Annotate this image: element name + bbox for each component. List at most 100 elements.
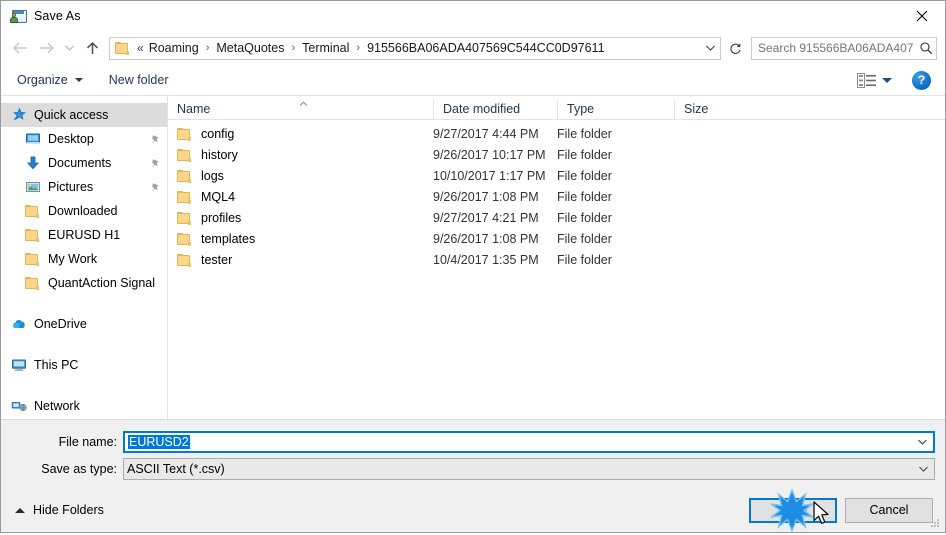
sidebar-item-downloaded[interactable]: Downloaded (1, 199, 167, 223)
sidebar-item-this-pc[interactable]: This PC (1, 353, 167, 377)
column-header-type[interactable]: Type (557, 100, 674, 119)
sidebar-item-eurusd-h1[interactable]: EURUSD H1 (1, 223, 167, 247)
folder-icon (177, 169, 193, 183)
file-name-cell[interactable]: history (168, 148, 433, 162)
folder-icon (177, 211, 193, 225)
file-name-label: MQL4 (201, 189, 236, 204)
file-name-dropdown-icon[interactable] (911, 438, 933, 446)
sidebar-item-quick-access[interactable]: Quick access (1, 103, 167, 127)
file-name-label: config (201, 126, 235, 141)
chevron-up-icon (15, 507, 25, 513)
folder-icon (177, 253, 193, 267)
save-form: File name: EURUSD2 Save as type: ASCII T… (1, 419, 945, 488)
search-box[interactable] (751, 36, 937, 60)
sidebar-item-quantaction-signal[interactable]: QuantAction Signal (1, 271, 167, 295)
back-button[interactable] (7, 35, 33, 61)
breadcrumb-overflow[interactable]: « (136, 41, 147, 55)
table-row[interactable]: config 9/27/2017 4:44 PM File folder (168, 123, 945, 144)
dialog-body: Quick access Desktop Documents Pictures … (1, 96, 945, 419)
file-name-input[interactable]: EURUSD2 (125, 435, 911, 449)
organize-button[interactable]: Organize (17, 73, 83, 87)
cancel-button[interactable]: Cancel (845, 497, 933, 523)
file-type-cell: File folder (557, 126, 612, 141)
table-row[interactable]: tester 10/4/2017 1:35 PM File folder (168, 249, 945, 270)
file-list-pane: Name Date modified Type Size config 9/27… (168, 96, 945, 419)
sidebar-item-label: My Work (48, 252, 98, 266)
file-name-cell[interactable]: tester (168, 253, 433, 267)
sidebar-item-network[interactable]: Network (1, 394, 167, 418)
file-name-value: EURUSD2 (128, 435, 190, 449)
sidebar-item-label: OneDrive (34, 317, 87, 331)
file-date-cell: 10/4/2017 1:35 PM (433, 252, 539, 267)
table-row[interactable]: templates 9/26/2017 1:08 PM File folder (168, 228, 945, 249)
save-button[interactable]: Save (749, 497, 837, 523)
folder-icon (177, 127, 193, 141)
breadcrumb-separator-icon[interactable]: › (351, 42, 365, 54)
search-icon[interactable] (916, 41, 936, 55)
this-pc-icon (11, 357, 27, 373)
breadcrumb-separator-icon[interactable]: › (201, 42, 215, 54)
breadcrumb-separator-icon[interactable]: › (286, 42, 300, 54)
forward-button[interactable] (33, 35, 59, 61)
help-icon[interactable]: ? (912, 70, 931, 90)
column-header-date-modified[interactable]: Date modified (433, 100, 557, 119)
file-type-cell: File folder (557, 231, 612, 246)
file-name-cell[interactable]: config (168, 127, 433, 141)
table-row[interactable]: logs 10/10/2017 1:17 PM File folder (168, 165, 945, 186)
file-name-cell[interactable]: MQL4 (168, 190, 433, 204)
sidebar-item-pictures[interactable]: Pictures (1, 175, 167, 199)
file-name-label: File name: (58, 435, 117, 449)
sidebar-item-label: This PC (34, 358, 79, 372)
up-button[interactable] (79, 35, 105, 61)
table-row[interactable]: profiles 9/27/2017 4:21 PM File folder (168, 207, 945, 228)
file-name-cell[interactable]: logs (168, 169, 433, 183)
sidebar-item-label: Documents (48, 156, 112, 170)
change-view-button[interactable] (857, 72, 876, 88)
navigation-bar: « Roaming › MetaQuotes › Terminal › 9155… (1, 31, 945, 65)
close-icon[interactable] (899, 1, 945, 31)
address-dropdown-button[interactable] (700, 38, 720, 59)
sidebar-item-onedrive[interactable]: OneDrive (1, 312, 167, 336)
file-name-cell[interactable]: templates (168, 232, 433, 246)
pin-icon[interactable] (149, 180, 161, 194)
refresh-button[interactable] (722, 36, 748, 61)
table-row[interactable]: history 9/26/2017 10:17 PM File folder (168, 144, 945, 165)
search-input[interactable] (752, 41, 916, 55)
column-header-size[interactable]: Size (674, 100, 754, 119)
recent-locations-button[interactable] (59, 35, 79, 61)
save-as-app-icon (10, 8, 27, 24)
breadcrumb-item-roaming[interactable]: Roaming (147, 41, 201, 55)
file-name-label: logs (201, 168, 224, 183)
address-bar[interactable]: « Roaming › MetaQuotes › Terminal › 9155… (109, 36, 721, 60)
table-row[interactable]: MQL4 9/26/2017 1:08 PM File folder (168, 186, 945, 207)
command-toolbar: Organize New folder ? (1, 65, 945, 96)
column-header-name[interactable]: Name (168, 100, 433, 119)
network-icon (11, 398, 27, 414)
file-date-cell: 9/26/2017 1:08 PM (433, 231, 539, 246)
chevron-down-icon (705, 45, 715, 51)
pin-icon[interactable] (149, 156, 161, 170)
breadcrumb-item-metaquotes[interactable]: MetaQuotes (214, 41, 286, 55)
file-name-combo[interactable]: EURUSD2 (123, 431, 935, 453)
sidebar-item-documents[interactable]: Documents (1, 151, 167, 175)
sidebar-item-desktop[interactable]: Desktop (1, 127, 167, 151)
hide-folders-button[interactable]: Hide Folders (15, 503, 104, 517)
save-as-type-dropdown-icon[interactable] (912, 465, 934, 473)
resize-grip-icon[interactable] (929, 517, 941, 529)
sidebar-item-my-work[interactable]: My Work (1, 247, 167, 271)
pin-icon[interactable] (149, 132, 161, 146)
file-name-cell[interactable]: profiles (168, 211, 433, 225)
documents-icon (25, 155, 41, 171)
view-dropdown-icon[interactable] (882, 77, 892, 83)
file-type-cell: File folder (557, 252, 612, 267)
breadcrumb-item-terminal[interactable]: Terminal (300, 41, 351, 55)
save-as-type-combo[interactable]: ASCII Text (*.csv) (123, 458, 935, 480)
chevron-down-icon (64, 45, 74, 51)
file-type-cell: File folder (557, 210, 612, 225)
breadcrumb-item-instance-id[interactable]: 915566BA06ADA407569C544CC0D97611 (365, 41, 606, 55)
new-folder-button[interactable]: New folder (109, 73, 169, 87)
save-as-type-value: ASCII Text (*.csv) (127, 462, 225, 476)
sidebar-item-label: QuantAction Signal (48, 276, 156, 290)
sidebar-item-label: Desktop (48, 132, 94, 146)
file-date-cell: 9/26/2017 1:08 PM (433, 189, 539, 204)
